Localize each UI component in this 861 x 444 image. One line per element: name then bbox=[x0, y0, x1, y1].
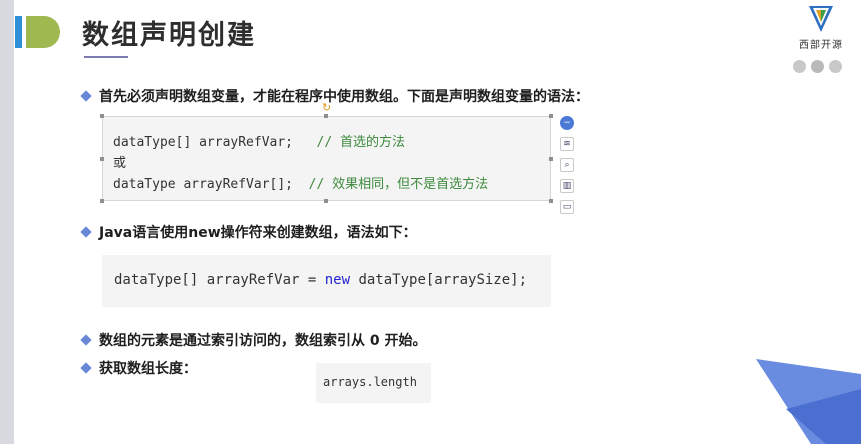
resize-handle[interactable] bbox=[549, 199, 553, 203]
frame-icon[interactable]: ▭ bbox=[560, 200, 574, 214]
diamond-bullet-icon bbox=[80, 226, 92, 238]
code-line: dataType[] arrayRefVar = new dataType[ar… bbox=[114, 272, 527, 288]
logo-icon bbox=[809, 6, 833, 32]
zoom-icon[interactable]: ⌕ bbox=[560, 158, 574, 172]
bullet-text: Java语言使用new操作符来创建数组，语法如下： bbox=[99, 225, 417, 241]
code-keyword: new bbox=[324, 272, 351, 288]
layers-icon[interactable]: ≋ bbox=[560, 137, 574, 151]
slide-dots bbox=[793, 60, 842, 73]
resize-handle[interactable] bbox=[324, 199, 328, 203]
rotate-handle-icon[interactable]: ↻ bbox=[322, 101, 331, 114]
code-block-create[interactable]: dataType[] arrayRefVar = new dataType[ar… bbox=[102, 255, 551, 307]
left-edge-bar bbox=[0, 0, 14, 444]
code-comment: // 首选的方法 bbox=[316, 135, 405, 150]
bullet-item: Java语言使用new操作符来创建数组，语法如下： bbox=[80, 222, 417, 242]
resize-handle[interactable] bbox=[549, 157, 553, 161]
resize-handle[interactable] bbox=[100, 157, 104, 161]
slide-title: 数组声明创建 bbox=[82, 20, 256, 51]
corner-decoration bbox=[756, 359, 861, 444]
minus-icon[interactable]: − bbox=[560, 116, 574, 130]
code-block-length[interactable]: arrays.length bbox=[316, 363, 431, 403]
diamond-bullet-icon bbox=[80, 362, 92, 374]
code-text: dataType arrayRefVar[]; bbox=[113, 177, 309, 192]
code-line: dataType arrayRefVar[]; // 效果相同，但不是首选方法 bbox=[113, 173, 488, 192]
resize-handle[interactable] bbox=[549, 114, 553, 118]
resize-handle[interactable] bbox=[100, 114, 104, 118]
dot[interactable] bbox=[829, 60, 842, 73]
code-line: dataType[] arrayRefVar; // 首选的方法 bbox=[113, 131, 405, 150]
resize-handle[interactable] bbox=[324, 114, 328, 118]
dot[interactable] bbox=[811, 60, 824, 73]
title-accent-green bbox=[26, 16, 60, 48]
chart-icon[interactable]: ▥ bbox=[560, 179, 574, 193]
diamond-bullet-icon bbox=[80, 334, 92, 346]
title-underline bbox=[84, 56, 128, 58]
code-line: 或 bbox=[113, 156, 127, 171]
bullet-text: 数组的元素是通过索引访问的，数组索引从 0 开始。 bbox=[99, 333, 427, 349]
logo-text: 西部开源 bbox=[799, 40, 843, 51]
bullet-item: 获取数组长度： bbox=[80, 358, 197, 378]
code-text: dataType[] arrayRefVar = bbox=[114, 272, 325, 288]
object-toolbar: − ≋ ⌕ ▥ ▭ bbox=[560, 116, 576, 214]
code-line: arrays.length bbox=[323, 375, 417, 389]
code-text: dataType[] arrayRefVar; bbox=[113, 135, 317, 150]
code-block-declare[interactable]: dataType[] arrayRefVar; // 首选的方法 或 dataT… bbox=[102, 116, 551, 201]
code-comment: // 效果相同，但不是首选方法 bbox=[308, 177, 489, 192]
bullet-item: 首先必须声明数组变量，才能在程序中使用数组。下面是声明数组变量的语法： bbox=[80, 86, 589, 106]
logo: 西部开源 bbox=[794, 4, 848, 51]
bullet-text: 获取数组长度： bbox=[99, 361, 197, 377]
bullet-text: 首先必须声明数组变量，才能在程序中使用数组。下面是声明数组变量的语法： bbox=[99, 89, 589, 105]
code-text: dataType[arraySize]; bbox=[350, 272, 528, 288]
dot[interactable] bbox=[793, 60, 806, 73]
title-accent-blue bbox=[15, 16, 22, 48]
bullet-item: 数组的元素是通过索引访问的，数组索引从 0 开始。 bbox=[80, 330, 427, 350]
resize-handle[interactable] bbox=[100, 199, 104, 203]
diamond-bullet-icon bbox=[80, 90, 92, 102]
